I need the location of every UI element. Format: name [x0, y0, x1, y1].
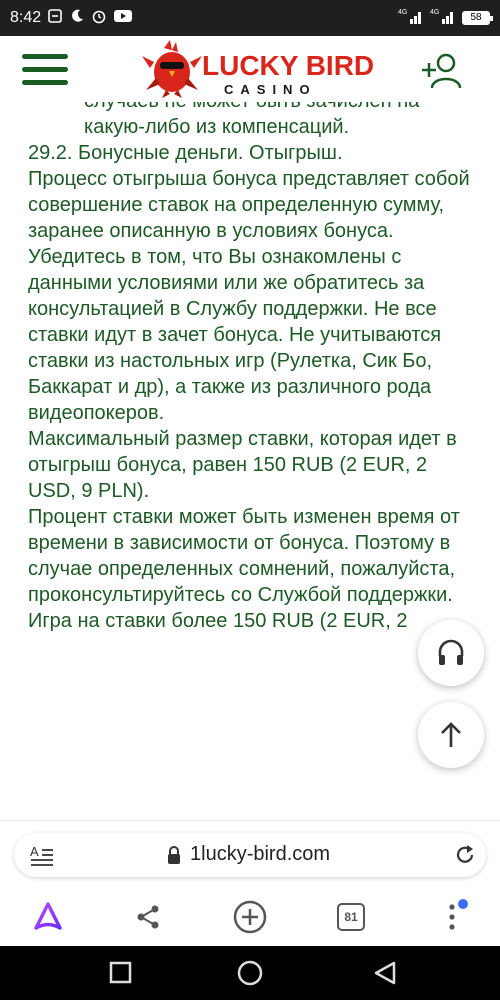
add-user-icon[interactable]	[420, 50, 464, 90]
status-bar: 8:42 4G 4G 58	[0, 0, 500, 36]
paragraph-bet-percent: Процент ставки может быть изменен время …	[28, 506, 460, 606]
svg-text:4G: 4G	[430, 9, 439, 16]
new-tab-icon[interactable]	[230, 897, 270, 937]
battery-indicator: 58	[462, 11, 493, 25]
svg-text:4G: 4G	[398, 9, 407, 16]
youtube-icon	[113, 8, 133, 29]
lock-icon	[166, 845, 182, 870]
arrow-up-icon	[441, 722, 461, 747]
terms-content: случаев не может быть зачислен на какую-…	[0, 102, 500, 820]
tabs-counter-button[interactable]: 81	[331, 897, 371, 937]
url-text[interactable]: 1lucky-bird.com	[190, 843, 330, 866]
cut-off-line: случаев не может быть зачислен на	[28, 102, 480, 114]
signal-4g-icon-2: 4G	[430, 7, 456, 30]
paragraph-over-limit: Игра на ставки более 150 RUB (2 EUR, 2	[28, 610, 408, 632]
svg-text:A: A	[30, 844, 39, 859]
logo-subtitle: CASINO	[224, 82, 317, 97]
browser-toolbar: A 1lucky-bird.com 81	[0, 820, 500, 946]
notification-dot	[458, 899, 468, 909]
bird-mascot-icon	[142, 40, 202, 98]
address-bar[interactable]: A 1lucky-bird.com	[14, 833, 486, 877]
scroll-to-top-button[interactable]	[418, 702, 484, 768]
alice-assistant-icon[interactable]	[28, 897, 68, 937]
headphones-icon	[438, 639, 464, 665]
section-heading-29-2: 29.2. Бонусные деньги. Отыгрыш.	[28, 142, 343, 164]
lucky-bird-logo[interactable]: LUCKY BIRD CASINO	[140, 40, 374, 100]
hamburger-menu-icon[interactable]	[22, 52, 70, 86]
paragraph-wagering-process: Процесс отыгрыша бонуса представляет соб…	[28, 168, 470, 424]
logo-title: LUCKY BIRD	[202, 50, 375, 81]
paragraph-compensation: какую-либо из компенсаций.	[84, 116, 350, 138]
silent-mode-icon	[47, 8, 63, 29]
signal-4g-icon: 4G	[398, 7, 424, 30]
home-icon[interactable]	[236, 960, 263, 986]
recent-apps-icon[interactable]	[108, 960, 134, 986]
share-icon[interactable]	[128, 897, 168, 937]
moon-icon	[69, 8, 85, 29]
back-icon[interactable]	[372, 960, 398, 986]
status-time: 8:42	[10, 9, 42, 26]
more-menu-icon[interactable]	[432, 897, 472, 937]
paragraph-max-bet: Максимальный размер ставки, которая идет…	[28, 428, 457, 502]
android-nav-bar	[0, 946, 500, 1000]
site-header: LUCKY BIRD CASINO	[0, 36, 500, 102]
reader-mode-icon[interactable]: A	[30, 844, 54, 871]
support-chat-button[interactable]	[418, 620, 484, 686]
reload-icon[interactable]	[454, 844, 476, 871]
browser-nav-row: 81	[0, 891, 500, 941]
tab-count-badge: 81	[337, 903, 365, 931]
alarm-icon	[91, 8, 107, 29]
